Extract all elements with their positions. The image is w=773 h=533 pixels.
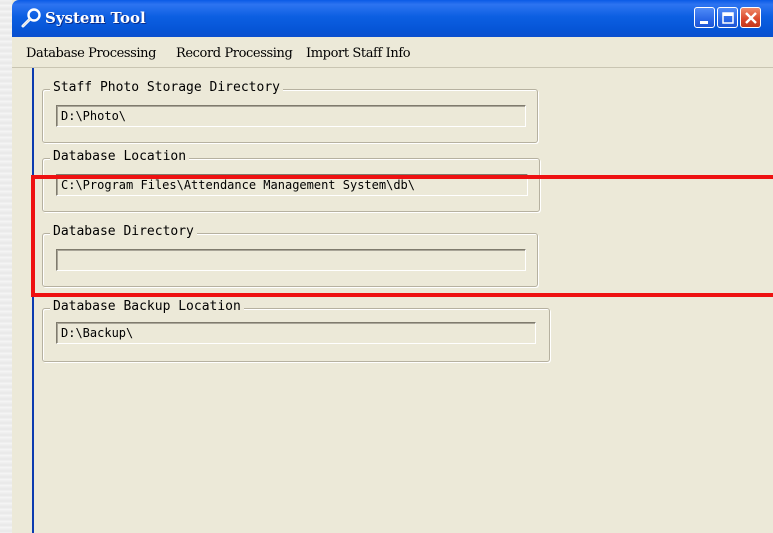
backup-location-group: Database Backup Location D:\Backup\ bbox=[42, 299, 550, 362]
close-button[interactable] bbox=[740, 7, 761, 28]
menu-divider bbox=[12, 67, 773, 68]
menu-bar: Database Processing Record Processing Im… bbox=[12, 44, 773, 66]
backup-location-label: Database Backup Location bbox=[50, 299, 244, 314]
photo-dir-field[interactable]: D:\Photo\ bbox=[56, 105, 526, 127]
wrench-icon bbox=[20, 7, 42, 29]
window-title: System Tool bbox=[45, 9, 146, 27]
minimize-button[interactable] bbox=[694, 7, 715, 28]
photo-dir-group: Staff Photo Storage Directory D:\Photo\ bbox=[42, 80, 538, 143]
backup-location-field[interactable]: D:\Backup\ bbox=[56, 322, 536, 344]
left-border bbox=[32, 68, 34, 533]
minimize-icon bbox=[700, 21, 708, 24]
maximize-icon bbox=[722, 12, 734, 24]
maximize-button[interactable] bbox=[717, 7, 738, 28]
db-location-label: Database Location bbox=[50, 149, 190, 164]
highlight-box bbox=[31, 175, 773, 297]
menu-import-staff-info[interactable]: Import Staff Info bbox=[306, 46, 411, 61]
close-icon bbox=[745, 12, 757, 24]
menu-record-processing[interactable]: Record Processing bbox=[176, 46, 293, 61]
photo-dir-label: Staff Photo Storage Directory bbox=[50, 80, 283, 95]
background-strip bbox=[0, 0, 12, 533]
menu-database-processing[interactable]: Database Processing bbox=[26, 46, 156, 61]
title-bar[interactable]: System Tool bbox=[12, 0, 773, 37]
